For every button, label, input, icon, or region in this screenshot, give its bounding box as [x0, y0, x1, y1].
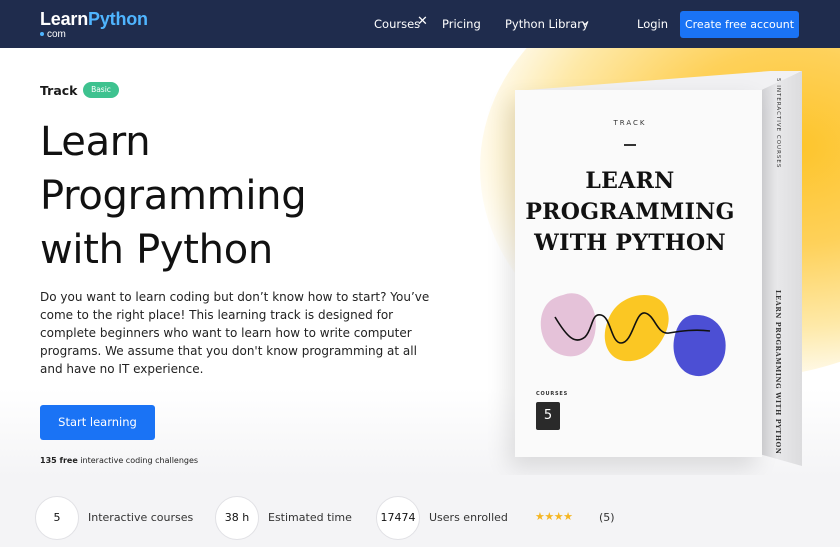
nav-python-library[interactable]: Python Library [505, 17, 589, 31]
page-title: Learn Programming with Python [40, 115, 460, 277]
box-title-line: WITH PYTHON [534, 230, 726, 256]
logo-sub-text: com [47, 29, 66, 40]
art-pink-blob [540, 293, 596, 357]
stat-courses-value: 5 [35, 496, 79, 540]
nav-pricing[interactable]: Pricing [442, 17, 481, 31]
box-artwork [540, 293, 726, 377]
box-side-courses-text: 5 INTERACTIVE COURSES [775, 78, 781, 169]
close-icon[interactable]: ✕ [417, 14, 428, 30]
box-divider [624, 144, 636, 146]
track-description: Do you want to learn coding but don’t kn… [40, 290, 430, 376]
login-link[interactable]: Login [637, 17, 668, 31]
art-blue-blob [673, 314, 726, 377]
box-title-line: PROGRAMMING [525, 199, 735, 225]
title-line: Learn [40, 119, 151, 165]
top-nav: LearnPython com Courses ✕ Pricing Python… [0, 0, 840, 48]
box-side-title: LEARN PROGRAMMING WITH PYTHON [774, 290, 782, 455]
chevron-down-icon[interactable] [581, 19, 589, 27]
logo-python: Python [88, 9, 148, 29]
logo-sub: com [40, 29, 66, 40]
box-courses-count: 5 [536, 402, 560, 430]
title-line: with Python [40, 227, 273, 273]
logo[interactable]: LearnPython [40, 9, 148, 29]
stat-users-label: Users enrolled [429, 511, 508, 524]
challenges-text: interactive coding challenges [77, 456, 199, 465]
logo-learn: Learn [40, 9, 89, 29]
create-account-button[interactable]: Create free account [680, 11, 799, 38]
box-courses-label: COURSES [536, 391, 569, 397]
logo-dot-icon [40, 32, 44, 37]
track-label: Track [40, 83, 78, 98]
rating-count: (5) [599, 511, 615, 524]
level-badge: Basic [83, 82, 119, 98]
stat-courses-label: Interactive courses [88, 511, 194, 524]
challenges-count: 135 free [40, 456, 78, 465]
box-title-line: LEARN [585, 168, 675, 194]
start-learning-button[interactable]: Start learning [40, 405, 155, 440]
challenges-note: 135 free interactive coding challenges [40, 456, 198, 466]
rating-stars-icon: ★★★★ [535, 510, 573, 523]
title-line: Programming [40, 173, 307, 219]
box-title: LEARN PROGRAMMING WITH PYTHON [515, 166, 745, 259]
stat-time-label: Estimated time [268, 511, 352, 524]
stat-time-value: 38 h [215, 496, 259, 540]
stat-users-value: 17474 [376, 496, 420, 540]
box-track-label: TRACK [613, 119, 647, 127]
nav-courses[interactable]: Courses [374, 17, 420, 31]
